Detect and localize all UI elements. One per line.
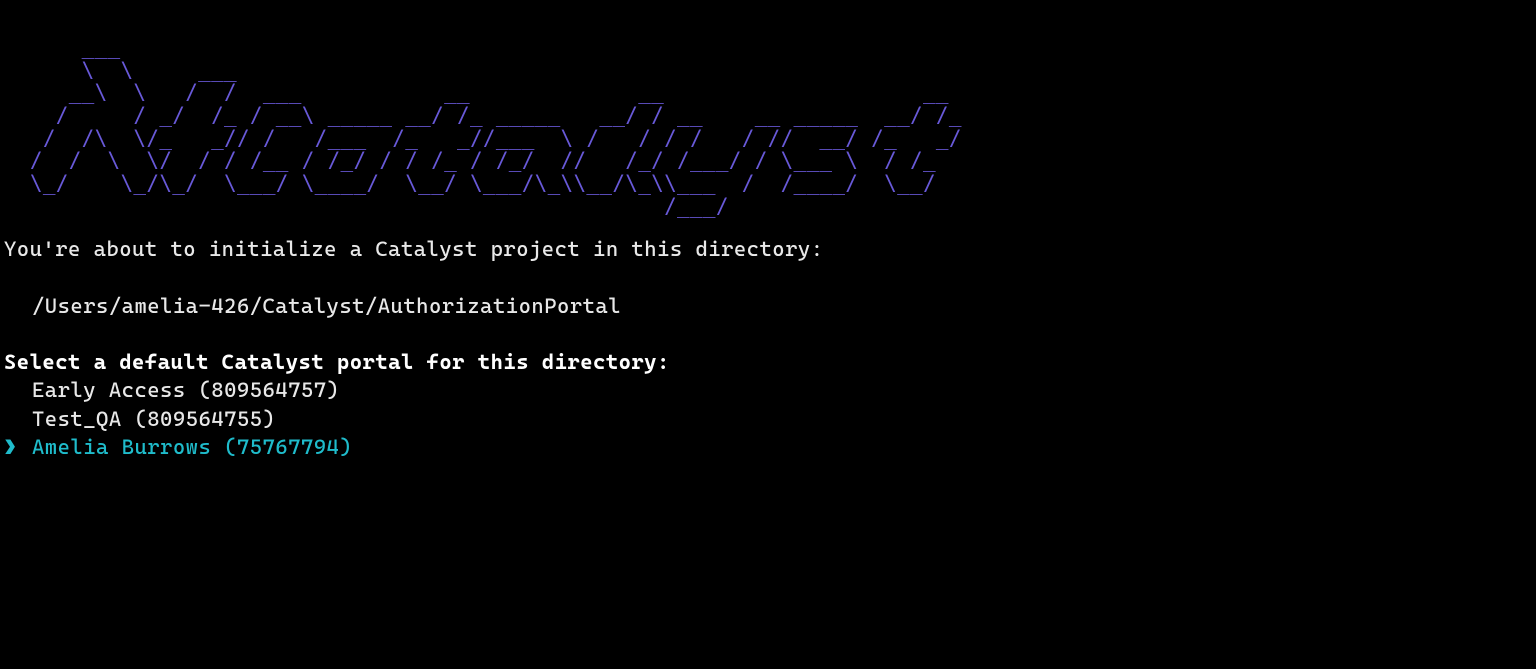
select-portal-prompt: Select a default Catalyst portal for thi… [4,348,1532,376]
portal-option-label: Amelia Burrows (75767794) [32,435,352,459]
portal-option-amelia-burrows[interactable]: ❯Amelia Burrows (75767794) [4,433,1532,461]
project-directory-path: /Users/amelia-426/Catalyst/Authorization… [32,292,1532,320]
portal-option-early-access[interactable]: Early Access (809564757) [4,376,1532,404]
portal-option-label: Test_QA (809564755) [32,407,275,431]
portal-option-label: Early Access (809564757) [32,378,339,402]
init-intro-text: You're about to initialize a Catalyst pr… [4,235,1532,263]
selection-chevron-icon: ❯ [4,433,32,461]
portal-option-test-qa[interactable]: Test_QA (809564755) [4,405,1532,433]
portal-options-list[interactable]: Early Access (809564757) Test_QA (809564… [4,376,1532,461]
catalyst-ascii-logo: ___ \ \ ___ __\ \ / / ___ __ __ __ / / _… [4,4,1532,217]
